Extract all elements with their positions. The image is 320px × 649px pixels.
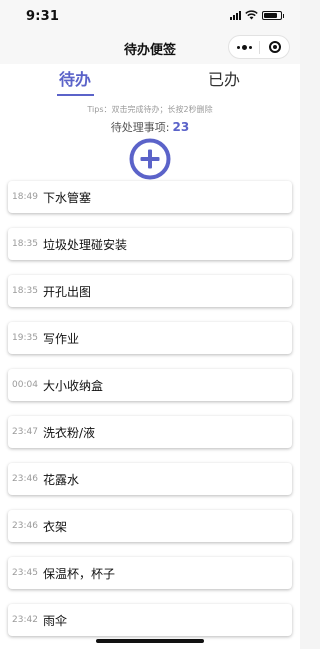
todo-text: 大小收纳盒: [43, 378, 104, 393]
todo-text: 写作业: [43, 331, 80, 346]
todo-item[interactable]: 23:47 洗衣粉/液: [8, 416, 292, 448]
todo-time: 18:35: [12, 286, 38, 296]
todo-time: 18:49: [12, 192, 38, 202]
tab-bar: 待办 已办: [0, 64, 300, 100]
close-target-icon[interactable]: [260, 41, 289, 53]
tab-pending[interactable]: 待办: [45, 66, 105, 90]
todo-time: 18:35: [12, 239, 38, 249]
todo-time: 23:47: [12, 427, 38, 437]
todo-item[interactable]: 18:35 垃圾处理碰安装: [8, 228, 292, 260]
todo-item[interactable]: 19:35 写作业: [8, 322, 292, 354]
status-icons: [230, 10, 284, 20]
todo-time: 23:46: [12, 521, 38, 531]
todo-text: 雨伞: [43, 613, 68, 628]
todo-text: 垃圾处理碰安装: [43, 237, 128, 252]
todo-text: 衣架: [43, 519, 68, 534]
battery-level-fill: [264, 12, 277, 18]
tips-text: Tips：双击完成待办；长按2秒删除: [87, 105, 213, 114]
todo-item[interactable]: 23:42 雨伞: [8, 604, 292, 636]
todo-item[interactable]: 18:49 下水管塞: [8, 181, 292, 213]
todo-item[interactable]: 18:35 开孔出图: [8, 275, 292, 307]
todo-text: 保温杯，杯子: [43, 566, 116, 581]
battery-icon: [262, 10, 284, 20]
tab-done[interactable]: 已办: [194, 66, 254, 90]
active-tab-indicator: [57, 94, 94, 96]
status-bar: 9:31: [0, 0, 300, 30]
plus-circle-icon: [129, 138, 171, 180]
pending-count: 待处理事项: 23: [0, 119, 300, 135]
add-todo-button[interactable]: [129, 138, 171, 180]
navigation-bar: 待办便签: [0, 30, 300, 64]
pending-count-value: 23: [172, 120, 190, 134]
todo-text: 开孔出图: [43, 284, 92, 299]
todo-time: 00:04: [12, 380, 38, 390]
todo-item[interactable]: 23:46 花露水: [8, 463, 292, 495]
todo-time: 23:45: [12, 568, 38, 578]
todo-time: 23:42: [12, 615, 38, 625]
todo-text: 下水管塞: [43, 190, 92, 205]
pending-count-label: 待处理事项:: [110, 121, 170, 134]
cellular-signal-icon: [230, 10, 241, 20]
todo-time: 23:46: [12, 474, 38, 484]
more-dots-icon[interactable]: [229, 44, 259, 50]
todo-item[interactable]: 00:04 大小收纳盒: [8, 369, 292, 401]
todo-time: 19:35: [12, 333, 38, 343]
todo-item[interactable]: 23:45 保温杯，杯子: [8, 557, 292, 589]
todo-item[interactable]: 23:46 衣架: [8, 510, 292, 542]
mini-program-capsule: [228, 35, 290, 59]
todo-text: 花露水: [43, 472, 80, 487]
status-time: 9:31: [26, 9, 60, 24]
main-content: 待办 已办 Tips：双击完成待办；长按2秒删除 待处理事项: 23 18:49 …: [0, 64, 300, 649]
home-indicator[interactable]: [96, 639, 204, 643]
wifi-icon: [245, 10, 258, 20]
todo-text: 洗衣粉/液: [43, 425, 96, 440]
